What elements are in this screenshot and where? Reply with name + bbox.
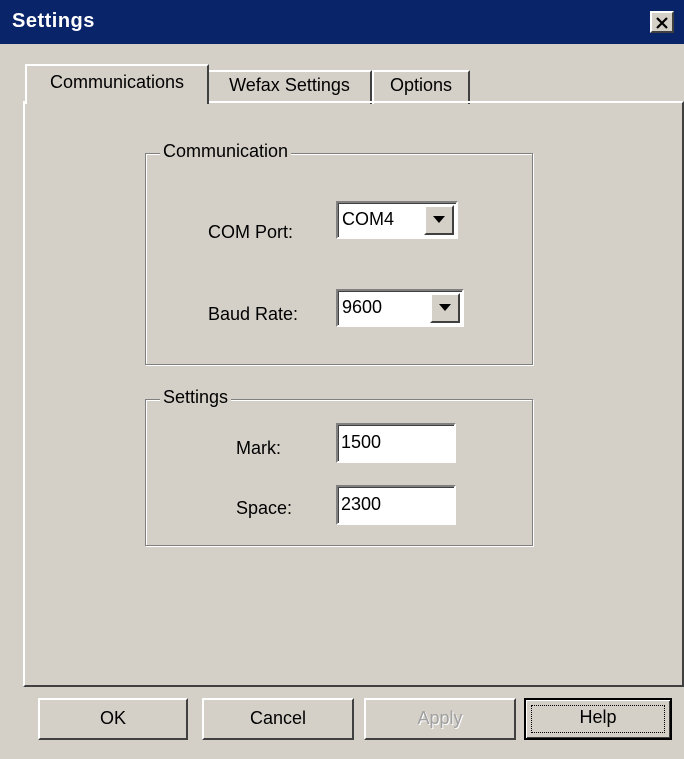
baud-rate-select[interactable]: 9600: [336, 289, 464, 327]
chevron-down-icon: [439, 304, 451, 311]
chevron-down-icon: [433, 216, 445, 223]
communication-group-label: Communication: [160, 141, 292, 162]
communication-group: Communication: [145, 141, 533, 365]
help-button[interactable]: Help: [524, 698, 672, 740]
apply-button-label: Apply: [417, 708, 463, 728]
mark-label: Mark:: [236, 438, 281, 458]
close-icon: [656, 17, 668, 29]
tab-communications[interactable]: Communications: [25, 64, 209, 104]
cancel-button-label: Cancel: [249, 708, 307, 728]
tab-options-label: Options: [389, 75, 453, 95]
title-bar[interactable]: Settings: [0, 0, 684, 44]
mark-input[interactable]: [341, 428, 449, 456]
space-input[interactable]: [341, 490, 449, 518]
space-label: Space:: [236, 498, 293, 518]
cancel-button[interactable]: Cancel: [202, 698, 354, 740]
com-port-dropdown-button[interactable]: [424, 205, 454, 235]
settings-group-label: Settings: [160, 387, 232, 408]
ok-button-label: OK: [99, 708, 126, 728]
tab-wefax-settings-label: Wefax Settings: [229, 75, 350, 95]
window-title: Settings: [12, 10, 95, 32]
close-button[interactable]: [650, 11, 674, 33]
com-port-value: COM4: [342, 209, 395, 229]
space-field-frame: [336, 485, 456, 525]
apply-button[interactable]: Apply: [364, 698, 516, 740]
tab-wefax-settings[interactable]: Wefax Settings: [207, 70, 372, 104]
com-port-label: COM Port:: [208, 222, 294, 242]
com-port-select[interactable]: COM4: [336, 201, 458, 239]
tab-communications-label: Communications: [49, 72, 185, 92]
tab-options[interactable]: Options: [372, 70, 470, 104]
baud-rate-dropdown-button[interactable]: [430, 293, 460, 323]
ok-button[interactable]: OK: [38, 698, 188, 740]
baud-rate-label: Baud Rate:: [208, 304, 299, 324]
active-tab-joint: [27, 100, 207, 104]
baud-rate-value: 9600: [342, 297, 383, 317]
mark-field-frame: [336, 423, 456, 463]
help-button-label: Help: [579, 707, 617, 727]
